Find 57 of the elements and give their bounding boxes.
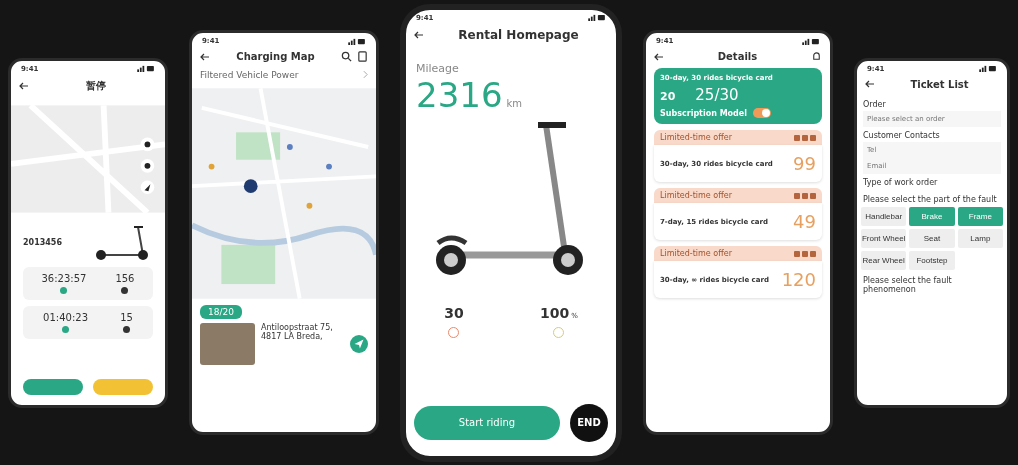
status-icons: [588, 14, 606, 21]
back-arrow-icon[interactable]: [200, 52, 210, 61]
subscription-toggle[interactable]: [753, 108, 771, 118]
back-arrow-icon[interactable]: [414, 30, 424, 39]
section-label: Type of work order: [862, 176, 939, 189]
continue-button[interactable]: [23, 378, 83, 395]
offer-price: 49: [793, 211, 816, 232]
back-arrow-icon[interactable]: [654, 52, 664, 61]
status-icons: [802, 37, 820, 45]
stat-value: 15: [120, 311, 133, 323]
back-arrow-icon[interactable]: [19, 81, 29, 90]
search-icon[interactable]: [341, 51, 352, 62]
fault-part-option[interactable]: Front Wheel: [861, 228, 907, 248]
fault-part-option[interactable]: Seat: [909, 228, 955, 248]
status-icons: [137, 65, 155, 72]
status-icons: [348, 37, 366, 45]
scooter-id: 2013456: [23, 238, 62, 247]
stat-value: 156: [115, 272, 135, 284]
fault-part-prompt: Please select the part of the fault: [862, 193, 998, 206]
offer-tag: Limited-time offer: [660, 191, 732, 200]
fault-part-option[interactable]: Handlebar: [861, 206, 907, 226]
subscription-label: Subscription Model: [660, 108, 747, 118]
offer-tag: Limited-time offer: [660, 249, 732, 258]
mileage-unit: km: [506, 97, 523, 109]
photo-placeholder: [200, 323, 255, 365]
filter-row[interactable]: Filtered Vehicle Power: [192, 68, 376, 86]
power-value: 100: [539, 304, 570, 321]
bell-icon[interactable]: [811, 51, 822, 62]
status-icons: [979, 65, 997, 72]
section-label: Order: [862, 98, 887, 111]
offer-price: 99: [793, 153, 816, 174]
mileage-value: 2316: [416, 74, 503, 115]
stat-value: 36:23:57: [41, 272, 87, 284]
fault-part-option[interactable]: Rear Wheel: [861, 250, 907, 270]
document-icon[interactable]: [357, 51, 368, 62]
fault-phenomenon-prompt: Please select the fault phenomenon: [862, 274, 953, 296]
chevron-right-icon: [363, 70, 368, 79]
screen-title: 暂停: [84, 78, 107, 93]
mileage-label: Mileage: [415, 60, 460, 75]
screen-title: Details: [716, 51, 759, 62]
days-left: 20: [660, 90, 676, 103]
navigate-icon[interactable]: [350, 335, 368, 353]
stat-value: 01:40:23: [43, 311, 88, 323]
offer-price: 120: [781, 269, 816, 290]
days-remaining: 30: [444, 304, 464, 321]
offer-tag: Limited-time offer: [660, 133, 732, 142]
screen-title: Ticket List: [909, 78, 970, 90]
end-button[interactable]: END: [570, 403, 608, 442]
rides-count: 25/30: [695, 86, 739, 104]
screen-title: Rental Homepage: [457, 27, 580, 42]
screen-title: Charging Map: [235, 51, 316, 62]
availability-badge: 18/20: [200, 305, 242, 319]
fault-part-option[interactable]: Footstep: [909, 250, 955, 270]
fault-part-option[interactable]: Lamp: [957, 228, 1003, 248]
back-arrow-icon[interactable]: [865, 80, 875, 88]
section-label: Customer Contacts: [862, 129, 941, 142]
station-address: Antiloopstraat 75, 4817 LA Breda,: [261, 323, 334, 341]
